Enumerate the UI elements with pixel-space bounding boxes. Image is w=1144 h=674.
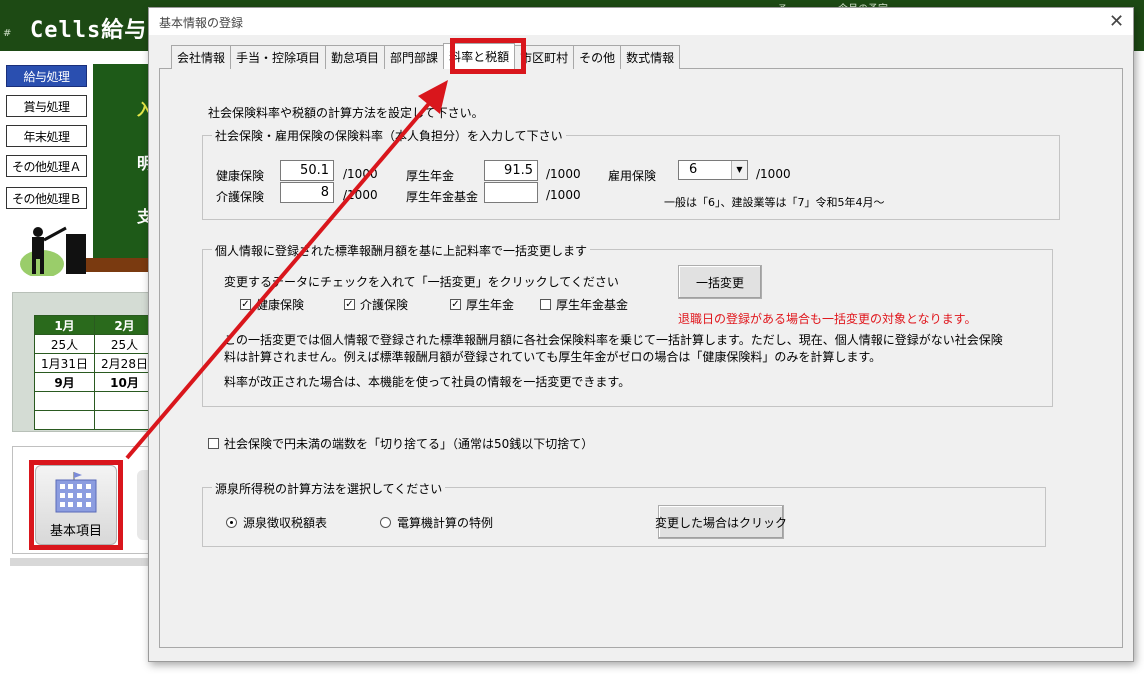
tab-formula[interactable]: 数式情報 <box>620 45 681 69</box>
calendar-cell: 25人 <box>34 334 95 354</box>
radio-computer-calc-label: 電算機計算の特例 <box>397 516 494 530</box>
check-pension-fund[interactable]: 厚生年金基金 <box>540 296 628 313</box>
check-pension[interactable]: ✓ 厚生年金 <box>450 296 514 313</box>
tab-bar: 会社情報 手当・控除項目 勤怠項目 部門部課 料率と税額 市区町村 その他 数式… <box>171 43 681 69</box>
check-health-label: 健康保険 <box>256 298 305 312</box>
header-hash: # <box>3 28 12 39</box>
bulk-instruction: 変更するデータにチェックを入れて「一括変更」をクリックしてください <box>224 275 619 289</box>
pension-fund-unit: /1000 <box>546 188 581 202</box>
pension-fund-input[interactable] <box>484 182 538 203</box>
pension-label: 厚生年金 <box>406 169 455 183</box>
radio-tax-table-label: 源泉徴収税額表 <box>243 516 328 530</box>
retired-warning: 退職日の登録がある場合も一括変更の対象となります。 <box>678 312 977 326</box>
pension-unit: /1000 <box>546 167 581 181</box>
tab-panel: 社会保険料率や税額の計算方法を設定して下さい。 社会保険・雇用保険の保険料率（本… <box>159 68 1123 648</box>
checkbox-checked-icon: ✓ <box>450 299 461 310</box>
side-button-bonus[interactable]: 賞与処理 <box>6 95 87 117</box>
bulk-note: 料率が改正された場合は、本機能を使って社員の情報を一括変更できます。 <box>224 375 631 389</box>
radio-selected-icon <box>226 517 237 528</box>
bulk-change-legend: 個人情報に登録された標準報酬月額を基に上記料率で一括変更します <box>212 242 591 259</box>
employment-insurance-label: 雇用保険 <box>608 169 657 183</box>
calendar-cell <box>34 391 95 411</box>
checkbox-checked-icon: ✓ <box>344 299 355 310</box>
health-insurance-unit: /1000 <box>343 167 378 181</box>
calendar-cell: 2月28日 <box>94 353 155 373</box>
withholding-tax-legend: 源泉所得税の計算方法を選択してください <box>212 480 446 497</box>
tab-allowance-deduction[interactable]: 手当・控除項目 <box>230 45 327 69</box>
bulk-description: この一括変更では個人情報で登録された標準報酬月額に各社会保険料率を乗じて一括計算… <box>224 333 1003 364</box>
close-icon[interactable]: ✕ <box>1109 11 1124 32</box>
tab-attendance[interactable]: 勤怠項目 <box>325 45 386 69</box>
calendar-cell: 9月 <box>34 372 95 392</box>
round-down-option[interactable]: 社会保険で円未満の端数を「切り捨てる」（通常は50銭以下切捨て） <box>208 435 593 452</box>
care-insurance-label: 介護保険 <box>216 190 265 204</box>
check-care-label: 介護保険 <box>360 298 409 312</box>
presenter-icon <box>20 226 86 276</box>
pension-input[interactable]: 91.5 <box>484 160 538 181</box>
kihon-highlight-box <box>29 460 123 550</box>
basic-info-dialog: 基本情報の登録 ✕ 社会保険料率や税額の計算方法を設定して下さい。 社会保険・雇… <box>148 7 1134 662</box>
dialog-titlebar: 基本情報の登録 ✕ <box>149 8 1133 35</box>
radio-computer-calc[interactable]: 電算機計算の特例 <box>380 514 493 531</box>
calendar-cell <box>94 391 155 411</box>
radio-tax-table[interactable]: 源泉徴収税額表 <box>226 514 327 531</box>
side-button-yearend[interactable]: 年末処理 <box>6 125 87 147</box>
calendar-cell <box>34 410 95 430</box>
care-insurance-unit: /1000 <box>343 188 378 202</box>
employment-insurance-select[interactable]: 6 ▼ <box>678 160 748 180</box>
apply-change-button[interactable]: 変更した場合はクリック <box>655 505 787 539</box>
board-ledge <box>84 258 150 272</box>
employment-insurance-unit: /1000 <box>756 167 791 181</box>
side-button-other-a[interactable]: その他処理Ａ <box>6 155 87 177</box>
calendar-cell: 10月 <box>94 372 155 392</box>
calendar-cell: 25人 <box>94 334 155 354</box>
calendar-header: 1月 <box>34 315 95 335</box>
employment-note: 一般は「6」、建設業等は「7」令和5年4月～ <box>664 196 885 209</box>
check-pension-fund-label: 厚生年金基金 <box>556 298 629 312</box>
calendar-table: 1月 2月 25人 25人 1月31日 2月28日 9月 10月 <box>34 315 155 430</box>
side-button-other-b[interactable]: その他処理Ｂ <box>6 187 87 209</box>
check-pension-label: 厚生年金 <box>466 298 515 312</box>
insurance-rate-legend: 社会保険・雇用保険の保険料率（本人負担分）を入力して下さい <box>212 127 566 144</box>
bulk-change-button[interactable]: 一括変更 <box>678 265 762 299</box>
pension-fund-label: 厚生年金基金 <box>406 190 479 204</box>
care-insurance-input[interactable]: 8 <box>280 182 334 203</box>
employment-insurance-value: 6 <box>689 162 698 177</box>
checkbox-empty-icon <box>208 438 219 449</box>
menu-panel-shadow <box>10 558 150 566</box>
calendar-cell: 1月31日 <box>34 353 95 373</box>
dialog-title: 基本情報の登録 <box>159 16 244 30</box>
health-insurance-label: 健康保険 <box>216 169 265 183</box>
checkbox-empty-icon <box>540 299 551 310</box>
chevron-down-icon[interactable]: ▼ <box>731 161 747 179</box>
calendar-cell <box>94 410 155 430</box>
calendar-header: 2月 <box>94 315 155 335</box>
tab-company-info[interactable]: 会社情報 <box>171 45 232 69</box>
check-care[interactable]: ✓ 介護保険 <box>344 296 408 313</box>
tab-other[interactable]: その他 <box>573 45 622 69</box>
side-button-payroll[interactable]: 給与処理 <box>6 65 87 87</box>
round-down-label: 社会保険で円未満の端数を「切り捨てる」（通常は50銭以下切捨て） <box>224 437 594 451</box>
app-title: Cells給与 <box>30 18 148 43</box>
intro-text: 社会保険料率や税額の計算方法を設定して下さい。 <box>208 106 484 120</box>
check-health[interactable]: ✓ 健康保険 <box>240 296 304 313</box>
radio-empty-icon <box>380 517 391 528</box>
tab-department[interactable]: 部門部課 <box>384 45 445 69</box>
health-insurance-input[interactable]: 50.1 <box>280 160 334 181</box>
tab-highlight-box <box>450 38 526 74</box>
checkbox-checked-icon: ✓ <box>240 299 251 310</box>
